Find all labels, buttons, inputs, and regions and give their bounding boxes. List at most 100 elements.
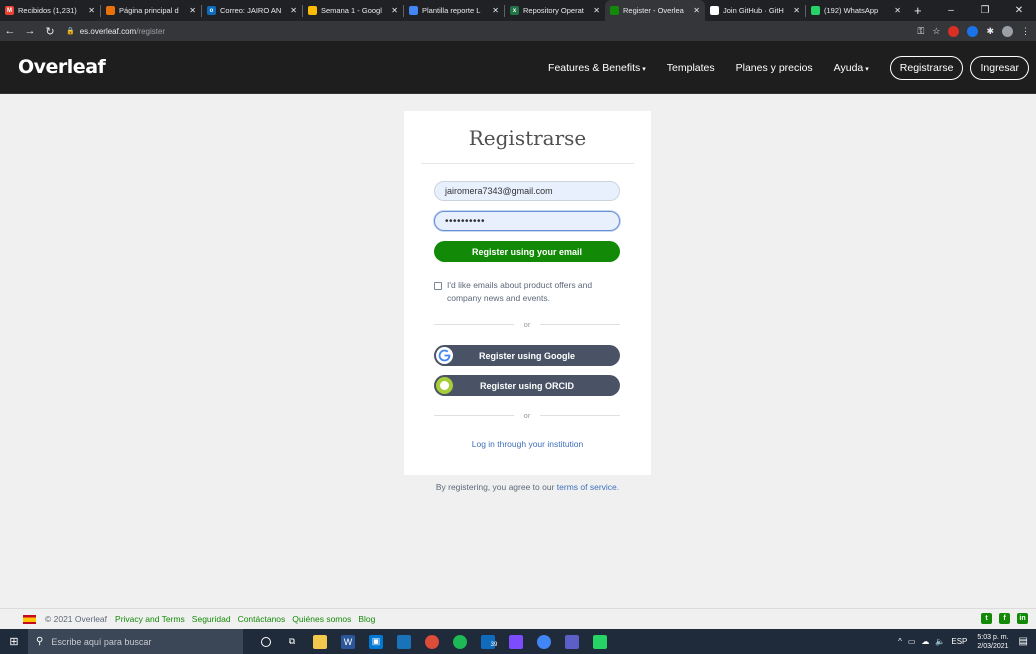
divider-line <box>421 163 634 164</box>
tab-favicon-icon: o <box>207 6 216 15</box>
browser-tab[interactable]: Register - Overlea ✕ <box>605 0 705 21</box>
tab-close-icon[interactable]: ✕ <box>693 6 700 15</box>
linkedin-icon[interactable]: in <box>1017 613 1028 624</box>
taskbar-search-placeholder: Escribe aquí para buscar <box>51 636 152 647</box>
tab-favicon-icon <box>710 6 719 15</box>
institution-login-link[interactable]: Log in through your institution <box>404 439 651 449</box>
terms-link[interactable]: terms of service. <box>557 482 619 492</box>
browser-tab[interactable]: Join GitHub · GitH ✕ <box>705 0 805 21</box>
overleaf-logo[interactable]: Overleaf <box>18 56 106 78</box>
nav-pricing[interactable]: Planes y precios <box>736 62 813 74</box>
show-hidden-icon[interactable]: ^ <box>898 637 902 646</box>
whatsapp-icon[interactable] <box>593 634 607 649</box>
password-field[interactable]: •••••••••• <box>434 211 620 231</box>
nav-features-label: Features & Benefits <box>548 61 641 74</box>
back-icon[interactable]: ← <box>0 25 20 37</box>
footer-link-about[interactable]: Quiénes somos <box>292 614 351 624</box>
email-field[interactable]: jairomera7343@gmail.com <box>434 181 620 201</box>
register-email-button[interactable]: Register using your email <box>434 241 620 262</box>
network-icon[interactable]: ▭ <box>908 637 916 646</box>
newsletter-checkbox-row[interactable]: I'd like emails about product offers and… <box>434 279 624 305</box>
tab-favicon-icon <box>610 6 619 15</box>
windows-start-icon[interactable]: ⊞ <box>0 635 28 648</box>
browser-tab[interactable]: M Recibidos (1,231) ✕ <box>0 0 100 21</box>
tab-close-icon[interactable]: ✕ <box>894 6 901 15</box>
taskbar-apps: ⧉ W ▣ 39 <box>261 634 607 649</box>
task-view-icon[interactable]: ⧉ <box>285 635 299 649</box>
cortana-icon[interactable] <box>261 636 271 647</box>
register-google-button[interactable]: Register using Google <box>434 345 620 366</box>
key-icon[interactable]: ⚿ <box>918 26 925 37</box>
newsletter-checkbox[interactable] <box>434 282 442 290</box>
browser-tab[interactable]: Semana 1 - Googl ✕ <box>303 0 403 21</box>
browser-tab[interactable]: Página principal d ✕ <box>101 0 201 21</box>
url-field[interactable]: 🔒 es.overleaf.com /register <box>66 27 165 36</box>
restore-icon[interactable]: ❐ <box>968 5 1002 16</box>
notification-icon[interactable]: ▤ <box>1019 636 1028 647</box>
menu-icon[interactable]: ⋮ <box>1021 26 1030 37</box>
nav-features[interactable]: Features & Benefits ▾ <box>548 62 646 74</box>
chrome-alt-icon[interactable] <box>537 634 551 649</box>
browser-tab[interactable]: Plantilla reporte L ✕ <box>404 0 504 21</box>
orcid-icon <box>436 377 453 394</box>
puzzle-icon[interactable]: ✱ <box>986 26 994 37</box>
tab-close-icon[interactable]: ✕ <box>88 6 95 15</box>
footer-link-security[interactable]: Seguridad <box>192 614 231 624</box>
chrome-icon[interactable] <box>425 634 439 649</box>
spain-flag-icon[interactable] <box>23 614 36 624</box>
extension-blue-icon[interactable] <box>967 25 979 37</box>
nav-help[interactable]: Ayuda ▾ <box>834 62 869 74</box>
photos-icon[interactable] <box>397 634 411 649</box>
spotify-icon[interactable] <box>453 634 467 649</box>
word-icon[interactable]: W <box>341 634 355 649</box>
caret-down-icon: ▾ <box>865 65 869 73</box>
google-button-label: Register using Google <box>478 350 575 361</box>
site-header: Overleaf Features & Benefits ▾ Templates … <box>0 41 1036 94</box>
volume-icon[interactable]: 🔈 <box>935 637 945 646</box>
clock-time: 5:03 p. m. <box>977 633 1009 641</box>
tab-close-icon[interactable]: ✕ <box>793 6 800 15</box>
footer-link-blog[interactable]: Blog <box>358 614 375 624</box>
star-icon[interactable]: ☆ <box>932 26 940 37</box>
reload-icon[interactable]: ↻ <box>40 25 60 38</box>
profile-avatar[interactable] <box>1002 25 1013 37</box>
register-nav-button[interactable]: Registrarse <box>889 55 964 80</box>
tab-favicon-icon <box>409 6 418 15</box>
browser-tab[interactable]: o Correo: JAIRO AN ✕ <box>202 0 302 21</box>
google-icon <box>436 347 453 364</box>
onedrive-icon[interactable]: ☁ <box>921 637 929 646</box>
or-divider: or <box>434 410 621 420</box>
taskbar-search[interactable]: ⚲ Escribe aquí para buscar <box>28 629 243 654</box>
footer-link-privacy[interactable]: Privacy and Terms <box>115 614 185 624</box>
twitter-icon[interactable]: t <box>981 613 992 624</box>
app-icon[interactable] <box>509 634 523 649</box>
social-links: t f in <box>981 613 1028 624</box>
clock[interactable]: 5:03 p. m. 2/03/2021 <box>977 633 1008 651</box>
teams-icon[interactable] <box>565 634 579 649</box>
login-nav-button[interactable]: Ingresar <box>970 55 1029 80</box>
file-explorer-icon[interactable] <box>313 634 327 649</box>
language-indicator[interactable]: ESP <box>951 637 967 646</box>
store-icon[interactable]: ▣ <box>369 634 383 649</box>
tab-close-icon[interactable]: ✕ <box>290 6 297 15</box>
tab-close-icon[interactable]: ✕ <box>593 6 600 15</box>
browser-tab[interactable]: (192) WhatsApp ✕ <box>806 0 906 21</box>
footer-link-contact[interactable]: Contáctanos <box>238 614 286 624</box>
window-controls: – ❐ ✕ <box>934 0 1036 21</box>
browser-tab[interactable]: x Repository Operat ✕ <box>505 0 605 21</box>
tab-favicon-icon <box>308 6 317 15</box>
tab-close-icon[interactable]: ✕ <box>189 6 196 15</box>
tab-close-icon[interactable]: ✕ <box>391 6 398 15</box>
facebook-icon[interactable]: f <box>999 613 1010 624</box>
register-orcid-button[interactable]: Register using ORCID <box>434 375 620 396</box>
nav-templates[interactable]: Templates <box>667 62 715 74</box>
minimize-icon[interactable]: – <box>934 5 968 16</box>
mail-icon[interactable]: 39 <box>481 634 497 649</box>
search-icon: ⚲ <box>36 636 44 647</box>
new-tab-button[interactable]: + <box>914 3 922 18</box>
forward-icon[interactable]: → <box>20 25 40 37</box>
close-window-icon[interactable]: ✕ <box>1002 5 1036 16</box>
tab-close-icon[interactable]: ✕ <box>492 6 499 15</box>
register-card: Registrarse jairomera7343@gmail.com ••••… <box>404 111 651 475</box>
extension-red-icon[interactable] <box>948 25 960 37</box>
